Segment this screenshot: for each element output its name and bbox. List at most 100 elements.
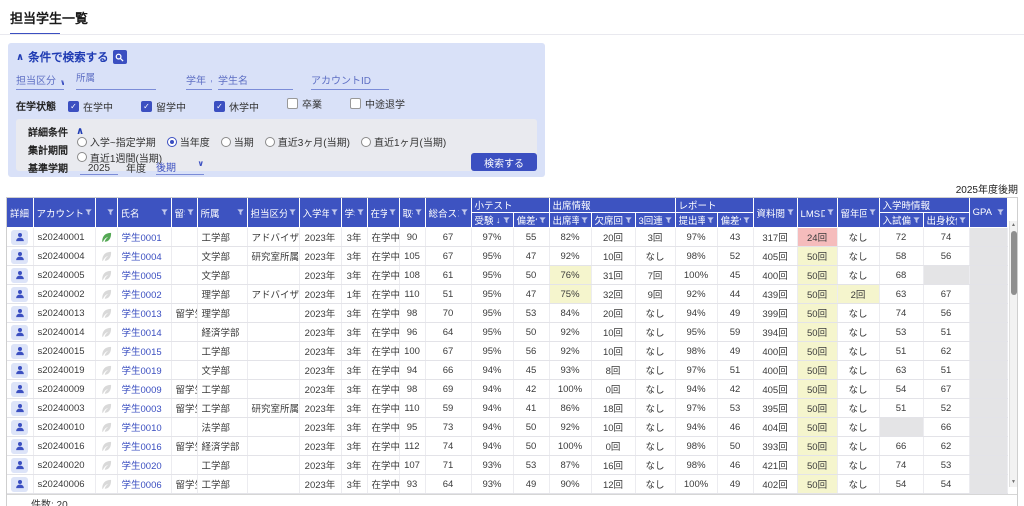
status-checkbox[interactable]: ✓留学中 bbox=[141, 99, 186, 114]
scroll-down-icon[interactable]: ▼ bbox=[1010, 478, 1017, 487]
student-name-link[interactable]: 学生0006 bbox=[122, 480, 162, 491]
search-button[interactable]: 検索する bbox=[471, 153, 537, 171]
filter-icon[interactable] bbox=[743, 217, 750, 224]
student-name-link[interactable]: 学生0015 bbox=[122, 347, 162, 358]
student-name-link[interactable]: 学生0002 bbox=[122, 290, 162, 301]
student-name-link[interactable]: 学生0009 bbox=[122, 385, 162, 396]
scrollbar-thumb[interactable] bbox=[1011, 231, 1017, 295]
filter-icon[interactable] bbox=[357, 209, 364, 216]
search-field-gakunen[interactable]: 学年∨ bbox=[186, 72, 212, 90]
search-field-account-id[interactable]: アカウントID bbox=[311, 72, 389, 90]
student-detail-button[interactable] bbox=[11, 249, 28, 264]
student-detail-button[interactable] bbox=[11, 268, 28, 283]
filter-icon[interactable] bbox=[625, 217, 632, 224]
student-detail-button[interactable] bbox=[11, 325, 28, 340]
filter-icon[interactable] bbox=[85, 209, 92, 216]
search-field-tanto-kubun[interactable]: 担当区分∨ bbox=[16, 72, 64, 90]
base-year-input[interactable]: 2025 bbox=[80, 163, 118, 175]
filter-icon[interactable] bbox=[503, 217, 510, 224]
checkbox-unchecked-icon[interactable] bbox=[287, 98, 298, 109]
status-checkbox[interactable]: 卒業 bbox=[287, 96, 322, 111]
student-name-link[interactable]: 学生0016 bbox=[122, 442, 162, 453]
status-checkbox[interactable]: ✓在学中 bbox=[68, 99, 113, 114]
checkbox-unchecked-icon[interactable] bbox=[350, 98, 361, 109]
student-name-link[interactable]: 学生0019 bbox=[122, 366, 162, 377]
cell-credits: 112 bbox=[399, 437, 425, 456]
radio-icon[interactable] bbox=[221, 137, 231, 147]
search-field-shozoku[interactable]: 所属 bbox=[76, 72, 156, 90]
checkbox-checked-icon[interactable]: ✓ bbox=[141, 101, 152, 112]
student-detail-button[interactable] bbox=[11, 401, 28, 416]
student-name-link[interactable]: 学生0004 bbox=[122, 252, 162, 263]
cell-credits: 98 bbox=[399, 380, 425, 399]
student-name-link[interactable]: 学生0020 bbox=[122, 461, 162, 472]
student-name-link[interactable]: 学生0001 bbox=[122, 233, 162, 244]
student-name-link[interactable]: 学生0013 bbox=[122, 309, 162, 320]
student-detail-button[interactable] bbox=[11, 363, 28, 378]
student-detail-button[interactable] bbox=[11, 420, 28, 435]
search-field-seito-mei[interactable]: 学生名 bbox=[218, 72, 293, 90]
filter-icon[interactable] bbox=[827, 209, 834, 216]
cell-score: 51 bbox=[425, 285, 471, 304]
student-name-link[interactable]: 学生0014 bbox=[122, 328, 162, 339]
cell-views: 405回 bbox=[753, 247, 797, 266]
student-detail-button[interactable] bbox=[11, 458, 28, 473]
filter-icon[interactable] bbox=[997, 209, 1004, 216]
cell-gpa bbox=[969, 456, 1007, 475]
filter-icon[interactable] bbox=[331, 209, 338, 216]
student-name-link[interactable]: 学生0010 bbox=[122, 423, 162, 434]
filter-icon[interactable] bbox=[787, 209, 794, 216]
student-name-link[interactable]: 学生0005 bbox=[122, 271, 162, 282]
term-select[interactable]: 後期 ∨ bbox=[156, 159, 204, 175]
filter-icon[interactable] bbox=[539, 217, 546, 224]
student-detail-button[interactable] bbox=[11, 344, 28, 359]
filter-icon[interactable] bbox=[289, 209, 296, 216]
status-checkbox[interactable]: 中途退学 bbox=[350, 96, 405, 111]
period-radio[interactable]: 直近3ヶ月(当期) bbox=[265, 134, 350, 149]
collapse-chevron-icon[interactable]: ∧ bbox=[16, 52, 24, 63]
radio-selected-icon[interactable] bbox=[167, 137, 177, 147]
radio-icon[interactable] bbox=[361, 137, 371, 147]
radio-icon[interactable] bbox=[77, 137, 87, 147]
period-radio[interactable]: 当期 bbox=[221, 134, 254, 149]
filter-icon[interactable] bbox=[389, 209, 396, 216]
radio-icon[interactable] bbox=[77, 152, 87, 162]
filter-icon[interactable] bbox=[107, 209, 114, 216]
table-row: s20240010学生0010法学部2023年3年在学中957394%5092%… bbox=[7, 418, 1007, 437]
cell-name: 学生0019 bbox=[117, 361, 171, 380]
student-name-link[interactable]: 学生0003 bbox=[122, 404, 162, 415]
student-detail-button[interactable] bbox=[11, 477, 28, 492]
col-header-label: 出席率 bbox=[553, 213, 579, 227]
filter-icon[interactable] bbox=[161, 209, 168, 216]
filter-icon[interactable] bbox=[237, 209, 244, 216]
search-icon[interactable] bbox=[113, 50, 127, 64]
col-header-rep_dev: 偏差値 bbox=[717, 213, 753, 228]
filter-icon[interactable] bbox=[461, 209, 468, 216]
filter-icon[interactable] bbox=[707, 217, 714, 224]
cell-consec: なし bbox=[635, 418, 675, 437]
period-radio[interactable]: 直近1ヶ月(当期) bbox=[361, 134, 446, 149]
period-radio[interactable]: 入学~指定学期 bbox=[77, 134, 156, 149]
filter-icon[interactable] bbox=[187, 209, 194, 216]
status-checkbox[interactable]: ✓休学中 bbox=[214, 99, 259, 114]
period-radio[interactable]: 当年度 bbox=[167, 134, 210, 149]
student-detail-button[interactable] bbox=[11, 230, 28, 245]
checkbox-checked-icon[interactable]: ✓ bbox=[214, 101, 225, 112]
student-detail-button[interactable] bbox=[11, 306, 28, 321]
filter-icon[interactable] bbox=[959, 217, 966, 224]
vertical-scrollbar[interactable]: ▲ ▼ bbox=[1009, 221, 1017, 487]
scroll-up-icon[interactable]: ▲ bbox=[1010, 221, 1017, 230]
radio-icon[interactable] bbox=[265, 137, 275, 147]
filter-icon[interactable] bbox=[913, 217, 920, 224]
sort-desc-icon[interactable]: ↓ bbox=[496, 215, 501, 225]
cell-account: s20240009 bbox=[33, 380, 95, 399]
filter-icon[interactable] bbox=[869, 209, 876, 216]
filter-icon[interactable] bbox=[665, 217, 672, 224]
cell-repeat: なし bbox=[837, 437, 879, 456]
student-detail-button[interactable] bbox=[11, 382, 28, 397]
student-detail-button[interactable] bbox=[11, 439, 28, 454]
student-detail-button[interactable] bbox=[11, 287, 28, 302]
checkbox-checked-icon[interactable]: ✓ bbox=[68, 101, 79, 112]
filter-icon[interactable] bbox=[415, 209, 422, 216]
filter-icon[interactable] bbox=[581, 217, 588, 224]
